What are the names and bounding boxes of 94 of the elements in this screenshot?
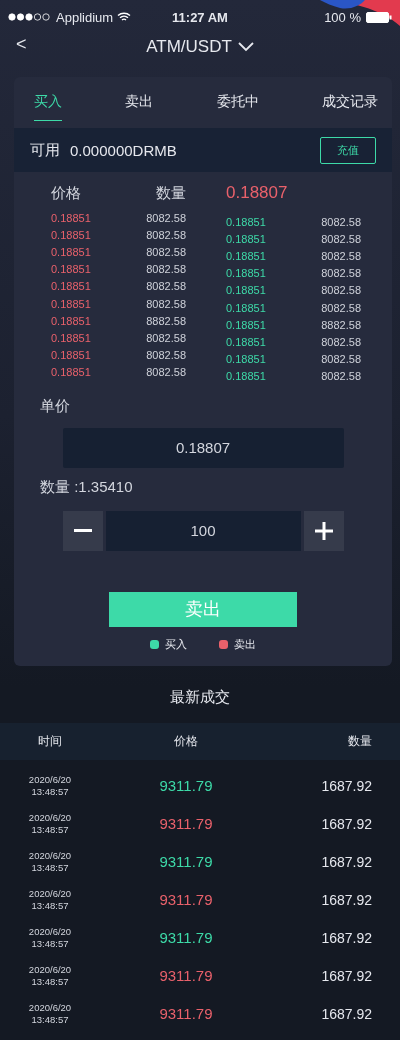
- trade-price: 9311.79: [158, 777, 214, 795]
- decrease-button[interactable]: [62, 510, 103, 551]
- amount-text: 8082.58: [321, 267, 361, 280]
- plus-icon: [314, 521, 333, 540]
- price-text: 0.18851: [51, 263, 91, 276]
- amount-text: 8082.58: [146, 245, 186, 258]
- trade-price: 9311.79: [158, 929, 214, 947]
- price-text: 0.18851: [226, 318, 266, 331]
- section-title: 最新成交: [169, 686, 231, 707]
- amount-text: 8082.58: [321, 353, 361, 366]
- battery-icon: [366, 11, 392, 23]
- price-text: 0.18851: [226, 335, 266, 348]
- amount-text: 8082.58: [146, 366, 186, 379]
- price-text: 0.18851: [51, 211, 91, 224]
- increase-button[interactable]: [303, 510, 344, 551]
- trade-time: 2020/6/20 13:48:57: [27, 925, 73, 950]
- clock-time: 11:27 AM: [172, 9, 228, 25]
- tab[interactable]: 委托中: [216, 91, 259, 121]
- price-text: 0.18851: [51, 280, 91, 293]
- amount-label: 数量 :1.35410: [39, 476, 134, 497]
- price-text: 0.18851: [51, 228, 91, 241]
- column-header: 数量: [156, 183, 186, 203]
- chevron-down-icon: [237, 42, 254, 52]
- amount-text: 8082.58: [321, 215, 361, 228]
- tab[interactable]: 买入: [34, 91, 62, 121]
- tab[interactable]: 卖出: [125, 91, 154, 121]
- amount-text: 8082.58: [146, 297, 186, 310]
- trade-amount: 1687.92: [320, 853, 372, 870]
- trade-time: 2020/6/20 13:48:57: [27, 811, 73, 836]
- trade-amount: 1687.92: [320, 777, 372, 794]
- price-text: 0.18851: [226, 353, 266, 366]
- price-text: 0.18851: [226, 370, 266, 383]
- minus-icon: [73, 529, 92, 533]
- trade-price: 9311.79: [158, 815, 214, 833]
- column-header: 价格: [173, 732, 199, 750]
- trade-price: 9311.79: [158, 891, 214, 909]
- price-text: 0.18851: [51, 349, 91, 362]
- wifi-icon: [117, 12, 132, 22]
- price-text: 0.18851: [226, 284, 266, 297]
- amount-text: 8082.58: [321, 335, 361, 348]
- carrier-name: Applidium: [56, 9, 114, 25]
- trade-price: 9311.79: [158, 1005, 214, 1023]
- price-label: 单价: [39, 395, 71, 416]
- amount-text: 8082.58: [321, 301, 361, 314]
- trade-time: 2020/6/20 13:48:57: [27, 963, 73, 988]
- amount-text: 8082.58: [146, 349, 186, 362]
- balance-label: 可用: [30, 140, 60, 160]
- trade-amount: 1687.92: [320, 1005, 372, 1022]
- price-text: 0.18851: [226, 232, 266, 245]
- amount-text: 8082.58: [321, 370, 361, 383]
- price-field[interactable]: 0.18807: [62, 427, 344, 468]
- legend-label: 卖出: [234, 636, 256, 652]
- back-button[interactable]: <: [12, 34, 31, 55]
- battery-percent: 100 %: [324, 9, 361, 25]
- amount-text: 8082.58: [146, 228, 186, 241]
- signal-icon: [8, 13, 52, 21]
- price-text: 0.18851: [226, 249, 266, 262]
- amount-text: 8082.58: [321, 232, 361, 245]
- column-header: 价格: [51, 183, 81, 203]
- column-header: 数量: [347, 732, 372, 750]
- amount-text: 8082.58: [146, 331, 186, 344]
- price-text: 0.18851: [51, 366, 91, 379]
- amount-text: 8082.58: [146, 211, 186, 224]
- tab[interactable]: 成交记录: [322, 91, 378, 121]
- trade-time: 2020/6/20 13:48:57: [27, 773, 73, 798]
- price-text: 0.18851: [226, 301, 266, 314]
- price-text: 0.18851: [51, 297, 91, 310]
- price-text: 0.18851: [51, 314, 91, 327]
- price-text: 0.18851: [51, 245, 91, 258]
- trade-amount: 1687.92: [320, 967, 372, 984]
- price-text: 0.18851: [226, 215, 266, 228]
- trade-price: 9311.79: [158, 853, 214, 871]
- last-price: 0.18807: [226, 183, 288, 203]
- trade-time: 2020/6/20 13:48:57: [27, 849, 73, 874]
- amount-text: 8882.58: [321, 318, 361, 331]
- trade-time: 2020/6/20 13:48:57: [27, 1001, 73, 1026]
- price-text: 0.18851: [226, 267, 266, 280]
- pair-selector[interactable]: ATM/USDT: [146, 37, 254, 57]
- deposit-button[interactable]: 充值: [320, 136, 376, 164]
- trade-time: 2020/6/20 13:48:57: [27, 887, 73, 912]
- column-header: 时间: [37, 732, 63, 750]
- amount-text: 8082.58: [146, 280, 186, 293]
- amount-text: 8082.58: [321, 249, 361, 262]
- trade-amount: 1687.92: [320, 929, 372, 946]
- price-text: 0.18851: [51, 331, 91, 344]
- amount-text: 8082.58: [146, 263, 186, 276]
- trade-amount: 1687.92: [320, 815, 372, 832]
- amount-text: 8082.58: [321, 284, 361, 297]
- trade-price: 9311.79: [158, 967, 214, 985]
- amount-text: 8882.58: [146, 314, 186, 327]
- balance-value: 0.000000DRMB: [70, 141, 177, 159]
- legend-label: 买入: [165, 636, 187, 652]
- quantity-field[interactable]: 100: [105, 510, 301, 551]
- trade-amount: 1687.92: [320, 891, 372, 908]
